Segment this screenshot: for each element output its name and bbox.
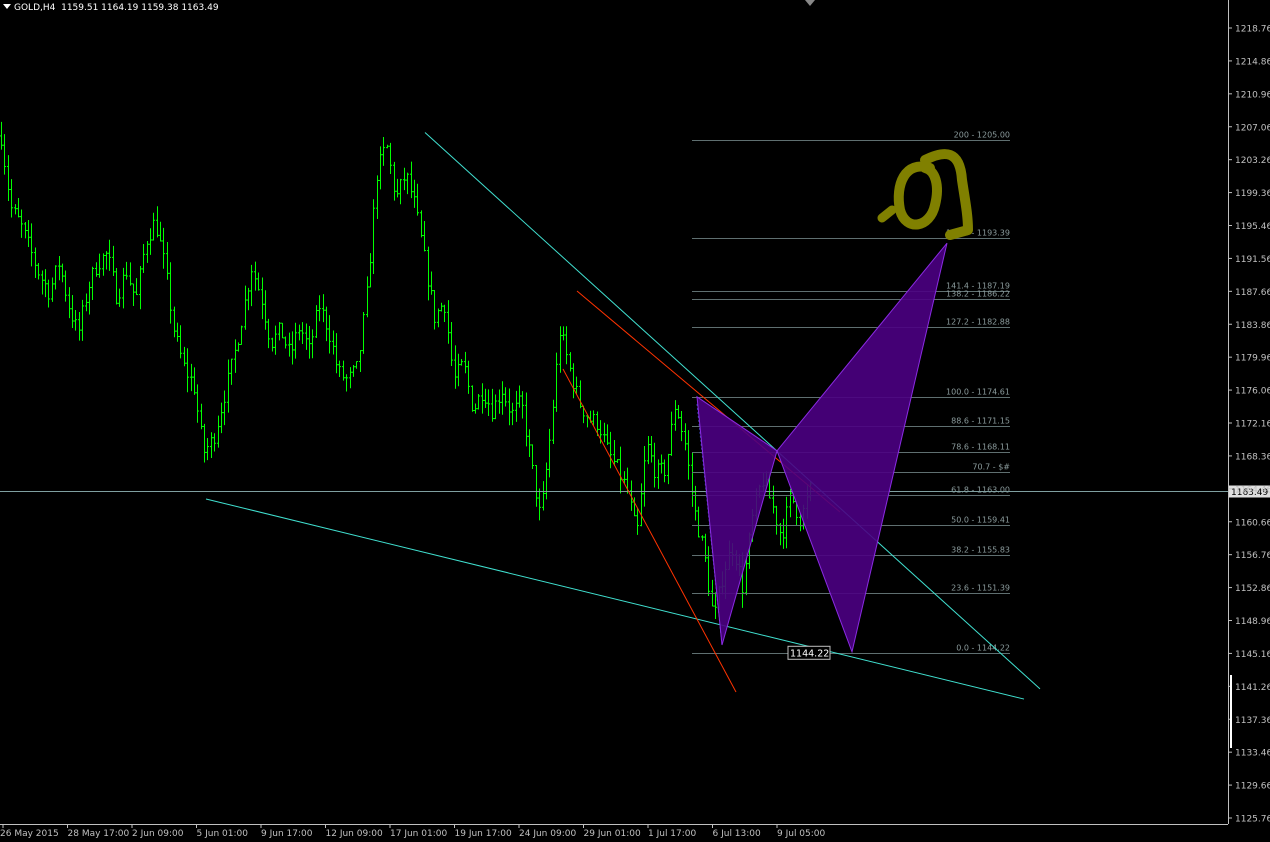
price-chart[interactable]: 200 - 1205.00161.8 - 1193.39141.4 - 1187…	[0, 0, 1270, 842]
x-tick-label: 17 Jun 01:00	[390, 829, 447, 839]
fib-level-label: 70.7 - $#	[972, 463, 1010, 472]
drawing-dot	[877, 205, 897, 223]
y-tick-label: 1141.26	[1235, 683, 1270, 693]
fib-level-label: 78.6 - 1168.11	[951, 443, 1010, 452]
fib-level-label: 127.2 - 1182.88	[946, 318, 1010, 327]
y-tick-label: 1191.56	[1235, 255, 1270, 265]
x-tick-label: 6 Jul 13:00	[713, 829, 762, 839]
y-tick-label: 1137.36	[1235, 716, 1270, 726]
y-tick-label: 1160.66	[1235, 518, 1270, 528]
fib-level-label: 61.8 - 1163.00	[951, 486, 1010, 495]
x-tick-label: 29 Jun 01:00	[584, 829, 641, 839]
y-tick-label: 1129.66	[1235, 782, 1270, 792]
y-tick-label: 1199.36	[1235, 189, 1270, 199]
x-tick-label: 19 Jun 17:00	[455, 829, 512, 839]
x-tick-label: 9 Jul 05:00	[777, 829, 826, 839]
y-tick-label: 1179.96	[1235, 354, 1270, 364]
x-tick-label: 12 Jun 09:00	[326, 829, 383, 839]
pattern-triangle-abc	[776, 242, 948, 654]
fib-level-label: 50.0 - 1159.41	[951, 516, 1010, 525]
x-tick-label: 9 Jun 17:00	[261, 829, 313, 839]
y-tick-label: 1125.76	[1235, 815, 1270, 825]
y-tick-label: 1187.66	[1235, 288, 1270, 298]
x-tick-label: 28 May 17:00	[68, 829, 130, 839]
y-tick-label: 1207.06	[1235, 123, 1270, 133]
fib-level-label: 100.0 - 1174.61	[946, 388, 1010, 397]
x-tick-label: 1 Jul 17:00	[648, 829, 697, 839]
pattern-triangle-xab	[696, 395, 778, 646]
x-tick-label: 24 Jun 09:00	[519, 829, 576, 839]
y-tick-label: 1218.76	[1235, 25, 1270, 35]
candlestick-series	[0, 121, 812, 619]
y-tick-label: 1172.16	[1235, 420, 1270, 430]
drawing-scribble	[893, 149, 973, 240]
chart-objects: 200 - 1205.00161.8 - 1193.39141.4 - 1187…	[0, 131, 1270, 700]
price-label-text: 1144.22	[790, 648, 829, 659]
y-tick-label: 1176.06	[1235, 387, 1270, 397]
y-tick-label: 1210.96	[1235, 90, 1270, 100]
y-tick-label: 1156.76	[1235, 551, 1270, 561]
x-tick-label: 2 Jun 09:00	[132, 829, 184, 839]
y-tick-label: 1183.86	[1235, 321, 1270, 331]
x-tick-label: 26 May 2015	[0, 829, 59, 839]
y-tick-label: 1195.46	[1235, 222, 1270, 232]
fib-level-label: 0.0 - 1144.22	[956, 644, 1010, 653]
y-tick-label: 1152.86	[1235, 584, 1270, 594]
y-tick-label: 1203.26	[1235, 156, 1270, 166]
y-tick-label: 1148.96	[1235, 617, 1270, 627]
fib-level-label: 23.6 - 1151.39	[951, 584, 1010, 593]
y-tick-label: 1164.46	[1235, 485, 1270, 495]
lower-trend-line	[205, 498, 1025, 700]
y-tick-label: 1214.86	[1235, 57, 1270, 67]
time-shift-marker	[805, 0, 815, 6]
y-tick-label: 1145.16	[1235, 650, 1270, 660]
fib-level-label: 200 - 1205.00	[954, 131, 1010, 140]
x-tick-label: 5 Jun 01:00	[197, 829, 249, 839]
fib-level-label: 38.2 - 1155.83	[951, 546, 1010, 555]
fib-level-label: 88.6 - 1171.15	[951, 417, 1010, 426]
fib-level-label: 138.2 - 1186.22	[946, 290, 1010, 299]
y-tick-label: 1168.36	[1235, 452, 1270, 462]
axes: 1218.76 1214.86 1210.96 1207.06 1203.26 1199.…	[0, 0, 1270, 839]
y-tick-label: 1133.46	[1235, 749, 1270, 759]
